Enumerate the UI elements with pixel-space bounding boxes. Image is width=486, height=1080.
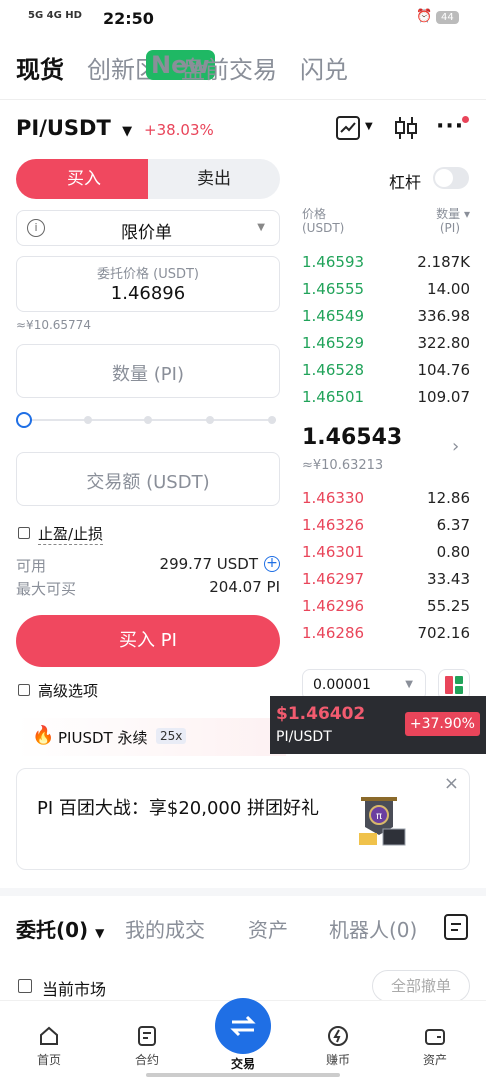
chart-dropdown-icon[interactable]: ▼ (365, 121, 373, 132)
wallet-icon (425, 1029, 445, 1045)
nav-earn[interactable]: 赚币 (303, 1024, 373, 1068)
available-value: 299.77 USDT (159, 555, 258, 573)
more-icon[interactable]: ··· (436, 116, 464, 138)
market-tabs: 现货 创新区 New 盘前交易 闪兑 (0, 44, 486, 94)
bid-row[interactable]: 1.46297 33.43 (302, 570, 470, 597)
cancel-all-button[interactable]: 全部撤单 (372, 970, 470, 1002)
caret-down-icon: ▼ (405, 679, 413, 690)
divider (0, 99, 486, 100)
tab-swap[interactable]: 闪兑 (300, 50, 348, 85)
leverage-label: 杠杆 (389, 173, 422, 192)
ask-row[interactable]: 1.46555 14.00 (302, 280, 470, 307)
advanced-label: 高级选项 (38, 682, 99, 700)
tab-premarket[interactable]: 盘前交易 (181, 50, 277, 85)
tab-spot[interactable]: 现货 (16, 50, 64, 85)
current-market-label: 当前市场 (42, 980, 107, 999)
order-history-icon[interactable] (444, 914, 468, 940)
ask-row[interactable]: 1.46501 109.07 (302, 388, 470, 415)
order-type-value: 限价单 (121, 223, 172, 243)
order-type-select[interactable]: i 限价单 ▼ (16, 210, 280, 246)
quantity-placeholder: 数量 (PI) (112, 364, 184, 385)
bid-row[interactable]: 1.46330 12.86 (302, 489, 470, 516)
ask-row[interactable]: 1.46593 2.187K (302, 253, 470, 280)
banner-text: PI 百团大战：享$20,000 拼团好礼 (37, 798, 320, 819)
perp-leverage: 25x (156, 728, 187, 744)
price-value: 1.46896 (110, 283, 186, 304)
caret-down-icon: ▼ (122, 124, 133, 139)
home-icon (40, 1026, 58, 1045)
ticker-pair: PI/USDT (276, 729, 332, 745)
price-cny: ≈¥10.65774 (16, 318, 91, 332)
battery-indicator: 44 (436, 11, 459, 24)
nav-assets[interactable]: 资产 (400, 1024, 470, 1068)
sell-tab[interactable]: 卖出 (148, 159, 280, 199)
promo-banner[interactable]: PI 百团大战：享$20,000 拼团好礼 π × (16, 768, 470, 870)
quantity-input[interactable]: 数量 (PI) (16, 344, 280, 398)
price-input[interactable]: 委托价格 (USDT) 1.46896 (16, 256, 280, 312)
perpetual-link[interactable]: 🔥 PIUSDT 永续 25x (16, 718, 286, 756)
buy-submit-button[interactable]: 买入 PI (16, 615, 280, 667)
nav-futures[interactable]: 合约 (112, 1024, 182, 1068)
tab-bots[interactable]: 机器人(0) (329, 914, 417, 943)
info-icon: i (27, 219, 45, 237)
trade-fab[interactable] (215, 998, 271, 1054)
ticker-price: $1.46402 (276, 704, 366, 724)
flame-icon: 🔥 (32, 725, 55, 746)
pair-symbol: PI/USDT (16, 116, 111, 140)
notification-dot (462, 116, 469, 123)
ask-row[interactable]: 1.46549 336.98 (302, 307, 470, 334)
ask-row[interactable]: 1.46529 322.80 (302, 334, 470, 361)
price-label: 委托价格 (USDT) (97, 267, 199, 282)
pair-selector[interactable]: PI/USDT ▼ (16, 116, 132, 140)
bid-row[interactable]: 1.46326 6.37 (302, 516, 470, 543)
add-funds-icon[interactable]: + (264, 556, 280, 572)
perp-name: PIUSDT 永续 (58, 729, 148, 747)
last-price: 1.46543 (302, 425, 403, 450)
status-bar: 5G 4G HD 22:50 ⏰ 44 (0, 0, 486, 38)
chart-icon[interactable] (336, 116, 360, 140)
futures-icon (138, 1026, 156, 1046)
bid-row[interactable]: 1.46301 0.80 (302, 543, 470, 570)
caret-down-icon: ▼ (257, 222, 265, 233)
ask-row[interactable]: 1.46528 104.76 (302, 361, 470, 388)
max-buy-label: 最大可买 (16, 580, 77, 598)
bid-row[interactable]: 1.46286 702.16 (302, 624, 470, 651)
swap-icon (230, 1015, 256, 1037)
current-market-checkbox[interactable] (18, 979, 32, 993)
alarm-icon: ⏰ (416, 9, 433, 24)
home-indicator (146, 1073, 340, 1077)
trophy-illustration: π (353, 791, 413, 851)
amount-placeholder: 交易额 (USDT) (86, 472, 210, 493)
signal-indicators: 5G 4G HD (28, 10, 82, 21)
floating-ticker[interactable]: $1.46402 PI/USDT +37.90% (270, 696, 486, 754)
svg-text:π: π (376, 811, 382, 822)
nav-home[interactable]: 首页 (14, 1024, 84, 1068)
pair-change: +38.03% (144, 121, 214, 139)
tpsl-checkbox[interactable] (18, 527, 30, 539)
amount-input[interactable]: 交易额 (USDT) (16, 452, 280, 506)
advanced-checkbox[interactable] (18, 684, 30, 696)
leverage-toggle[interactable] (433, 167, 469, 189)
candlestick-icon[interactable] (394, 114, 418, 142)
tab-assets[interactable]: 资产 (248, 914, 288, 943)
earn-icon (328, 1026, 348, 1046)
section-separator (0, 888, 486, 896)
last-price-cny: ≈¥10.63213 (302, 458, 384, 473)
ticker-change: +37.90% (404, 712, 480, 736)
close-icon[interactable]: × (444, 773, 459, 794)
orderbook-qty-header[interactable]: 数量 ▾ (PI) (416, 207, 470, 235)
precision-value: 0.00001 (313, 677, 371, 693)
buy-tab[interactable]: 买入 (16, 159, 152, 199)
tpsl-label[interactable]: 止盈/止损 (38, 523, 104, 545)
chevron-right-icon[interactable]: › (452, 436, 459, 457)
tab-orders[interactable]: 委托(0) ▼ (16, 914, 104, 943)
bid-row[interactable]: 1.46296 55.25 (302, 597, 470, 624)
available-label: 可用 (16, 557, 47, 575)
tab-my-trades[interactable]: 我的成交 (125, 914, 205, 943)
nav-trade-label[interactable]: 交易 (208, 1055, 278, 1072)
clock: 22:50 (103, 9, 154, 28)
amount-slider[interactable] (16, 412, 280, 428)
max-buy-value: 204.07 PI (209, 578, 280, 596)
orderbook-price-header: 价格 (USDT) (302, 207, 345, 235)
